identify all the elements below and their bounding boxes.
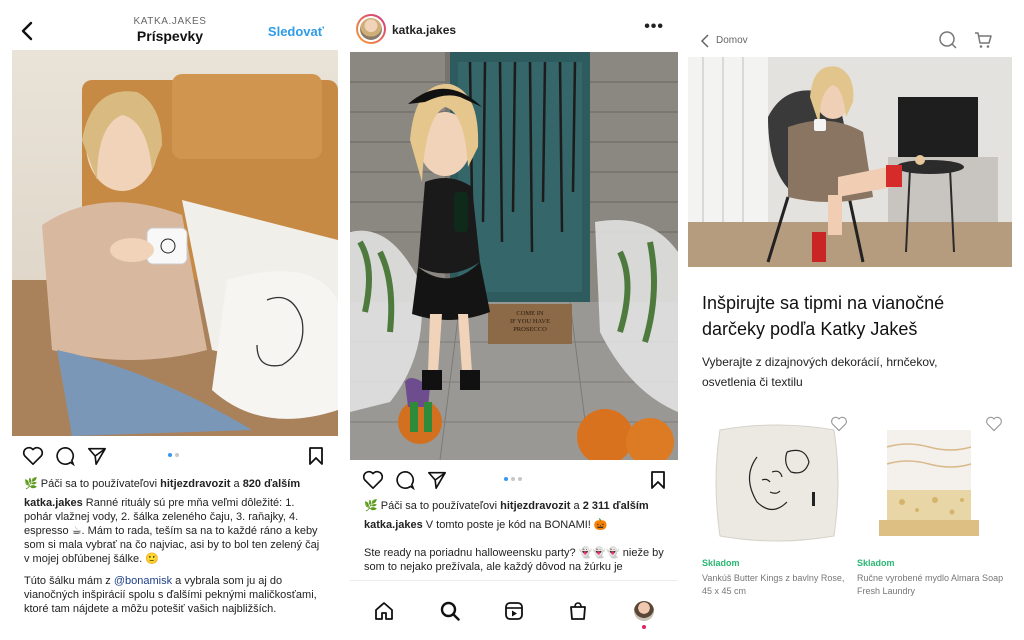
- product-image[interactable]: [857, 412, 1007, 552]
- likes-line: 🌿 Páči sa to používateľovi hitjezdravozi…: [364, 499, 649, 513]
- post-caption: katka.jakes Ranné rituály sú pre mňa veľ…: [24, 496, 324, 566]
- carousel-dot: [511, 477, 515, 481]
- carousel-dot: [175, 453, 179, 457]
- likes-mid: a: [570, 500, 583, 512]
- hero-photo: [688, 57, 1012, 267]
- article-heading: Inšpirujte sa tipmi na vianočné darčeky …: [702, 293, 945, 339]
- article-subheading: Vyberajte z dizajnových dekorácií, hrnče…: [702, 355, 938, 389]
- bookmark-icon[interactable]: [308, 446, 324, 466]
- post-caption: katka.jakes V tomto poste je kód na BONA…: [364, 518, 668, 532]
- stock-status: Skladom: [857, 558, 895, 568]
- heart-icon[interactable]: [362, 470, 384, 490]
- post-header: katka.jakes •••: [350, 0, 678, 52]
- more-options-icon[interactable]: •••: [644, 18, 664, 36]
- caption-text-2a: Túto šálku mám z: [24, 575, 114, 587]
- caption-mention-link[interactable]: @bonamisk: [114, 575, 172, 587]
- search-icon[interactable]: [440, 601, 460, 621]
- cart-icon[interactable]: [974, 31, 992, 49]
- post-caption-2: Ste ready na poriadnu halloweensku party…: [364, 546, 668, 574]
- bottom-navigation: [350, 580, 678, 640]
- post-caption-2: Túto šálku mám z @bonamisk a vybrala som…: [24, 574, 330, 616]
- carousel-dot: [518, 477, 522, 481]
- likes-user-link[interactable]: hitjezdravozit: [500, 500, 570, 512]
- product-name[interactable]: Vankúš Butter Kings z bavlny Rose, 45 x …: [702, 572, 852, 598]
- search-icon[interactable]: [938, 30, 958, 50]
- product-card[interactable]: Skladom Vankúš Butter Kings z bavlny Ros…: [702, 412, 852, 612]
- likes-count-link[interactable]: 820 ďalším: [243, 478, 300, 490]
- heart-favorite-icon[interactable]: [985, 416, 1003, 432]
- likes-user-link[interactable]: hitjezdravozit: [160, 478, 230, 490]
- chevron-left-icon[interactable]: [700, 34, 710, 48]
- share-icon[interactable]: [426, 470, 448, 490]
- instagram-post-panel-2: katka.jakes ••• COME IN IF YOU HAVE PROS…: [350, 0, 678, 640]
- product-card[interactable]: Skladom Ručne vyrobené mydlo Almara Soap…: [857, 412, 1007, 612]
- caption-text-2: Ste ready na poriadnu halloweensku party…: [364, 547, 664, 573]
- post-photo-illustration: COME IN IF YOU HAVE PROSECCO: [350, 52, 678, 460]
- profile-avatar[interactable]: [634, 601, 654, 621]
- likes-mid: a: [230, 478, 243, 490]
- caption-username[interactable]: katka.jakes: [24, 497, 83, 509]
- caption-text: V tomto poste je kód na BONAMI! 🎃: [422, 519, 608, 531]
- likes-prefix: Páči sa to používateľovi: [380, 500, 501, 512]
- post-actions: [362, 470, 666, 496]
- stock-status: Skladom: [702, 558, 740, 568]
- caption-username[interactable]: katka.jakes: [364, 519, 423, 531]
- avatar-gap: [358, 16, 384, 42]
- notification-dot: [642, 625, 646, 629]
- heart-icon[interactable]: [22, 446, 44, 466]
- likes-line: 🌿 Páči sa to používateľovi hitjezdravozi…: [24, 477, 300, 491]
- comment-icon[interactable]: [394, 470, 416, 490]
- instagram-post-panel-1: KATKA.JAKES Príspevky Sledovať 🌿 Páči sa…: [0, 0, 340, 640]
- avatar-ring[interactable]: [356, 14, 386, 44]
- post-photo[interactable]: COME IN IF YOU HAVE PROSECCO: [350, 52, 678, 460]
- pillow-image: [702, 412, 852, 552]
- comment-icon[interactable]: [54, 446, 76, 466]
- likes-prefix: Páči sa to používateľovi: [40, 478, 161, 490]
- post-actions: [22, 446, 324, 472]
- breadcrumb-home-link[interactable]: Domov: [716, 35, 748, 46]
- post-header: KATKA.JAKES Príspevky Sledovať: [0, 0, 340, 50]
- product-image[interactable]: [702, 412, 852, 552]
- likes-emoji: 🌿: [24, 478, 41, 490]
- avatar: [360, 18, 382, 40]
- likes-emoji: 🌿: [364, 500, 381, 512]
- share-icon[interactable]: [86, 446, 108, 466]
- product-name[interactable]: Ručne vyrobené mydlo Almara Soap Fresh L…: [857, 572, 1007, 598]
- carousel-dot-active: [168, 453, 172, 457]
- post-username[interactable]: katka.jakes: [392, 23, 456, 37]
- carousel-indicator: [168, 453, 179, 457]
- hero-photo-illustration: [688, 57, 1012, 267]
- shop-icon[interactable]: [568, 601, 588, 621]
- post-photo[interactable]: [12, 50, 338, 436]
- heart-favorite-icon[interactable]: [830, 416, 848, 432]
- post-photo-illustration: [12, 50, 338, 436]
- home-icon[interactable]: [374, 601, 394, 621]
- shop-article-panel: Domov Inšpirujte sa tipmi na vianočné da…: [688, 0, 1024, 640]
- likes-count-link[interactable]: 2 311 ďalším: [583, 500, 649, 512]
- bookmark-icon[interactable]: [650, 470, 666, 490]
- carousel-dot-active: [504, 477, 508, 481]
- reels-icon[interactable]: [504, 601, 524, 621]
- carousel-indicator: [504, 477, 522, 481]
- soap-image: [857, 412, 1007, 552]
- follow-button[interactable]: Sledovať: [268, 24, 324, 39]
